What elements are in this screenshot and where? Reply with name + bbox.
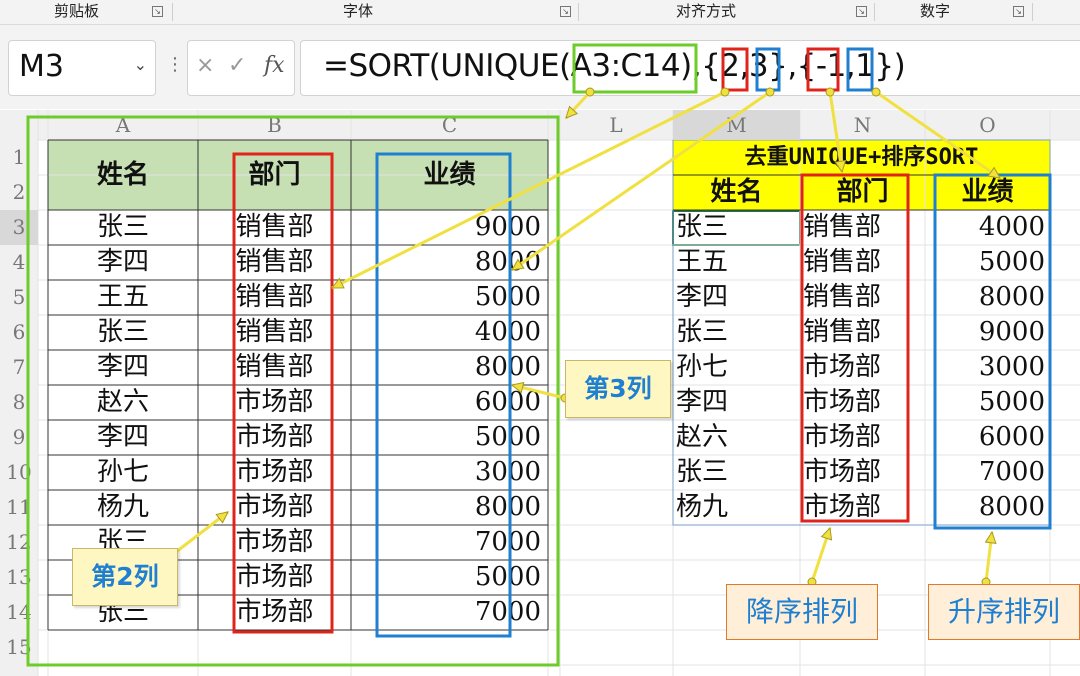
arrow-asc-header xyxy=(875,90,1001,180)
sort-index-3-highlight xyxy=(755,47,781,92)
label-ascending: 升序排列 xyxy=(928,584,1080,640)
label-descending: 降序排列 xyxy=(726,584,878,640)
dept-column-highlight xyxy=(232,152,334,634)
arrow-asc-header-head xyxy=(987,166,1001,179)
arrow-asc-label-head xyxy=(984,530,997,544)
arrow-desc-label-head xyxy=(820,526,833,541)
result-dept-highlight xyxy=(800,173,910,523)
order-asc-highlight xyxy=(846,47,874,92)
formula-range-highlight xyxy=(572,43,698,94)
arrow-col2-head xyxy=(330,277,345,289)
arrow-desc-header xyxy=(828,91,844,173)
callout-col2: 第2列 xyxy=(72,548,178,606)
callout-col3: 第3列 xyxy=(565,360,671,418)
sort-index-2-highlight xyxy=(721,47,749,92)
arrow-desc-header-head xyxy=(834,159,847,174)
result-score-highlight xyxy=(933,173,1052,530)
arrow-col3-head xyxy=(511,258,525,271)
score-column-highlight xyxy=(375,152,512,638)
arrow-col3 xyxy=(511,90,771,272)
order-desc-highlight xyxy=(806,47,840,92)
